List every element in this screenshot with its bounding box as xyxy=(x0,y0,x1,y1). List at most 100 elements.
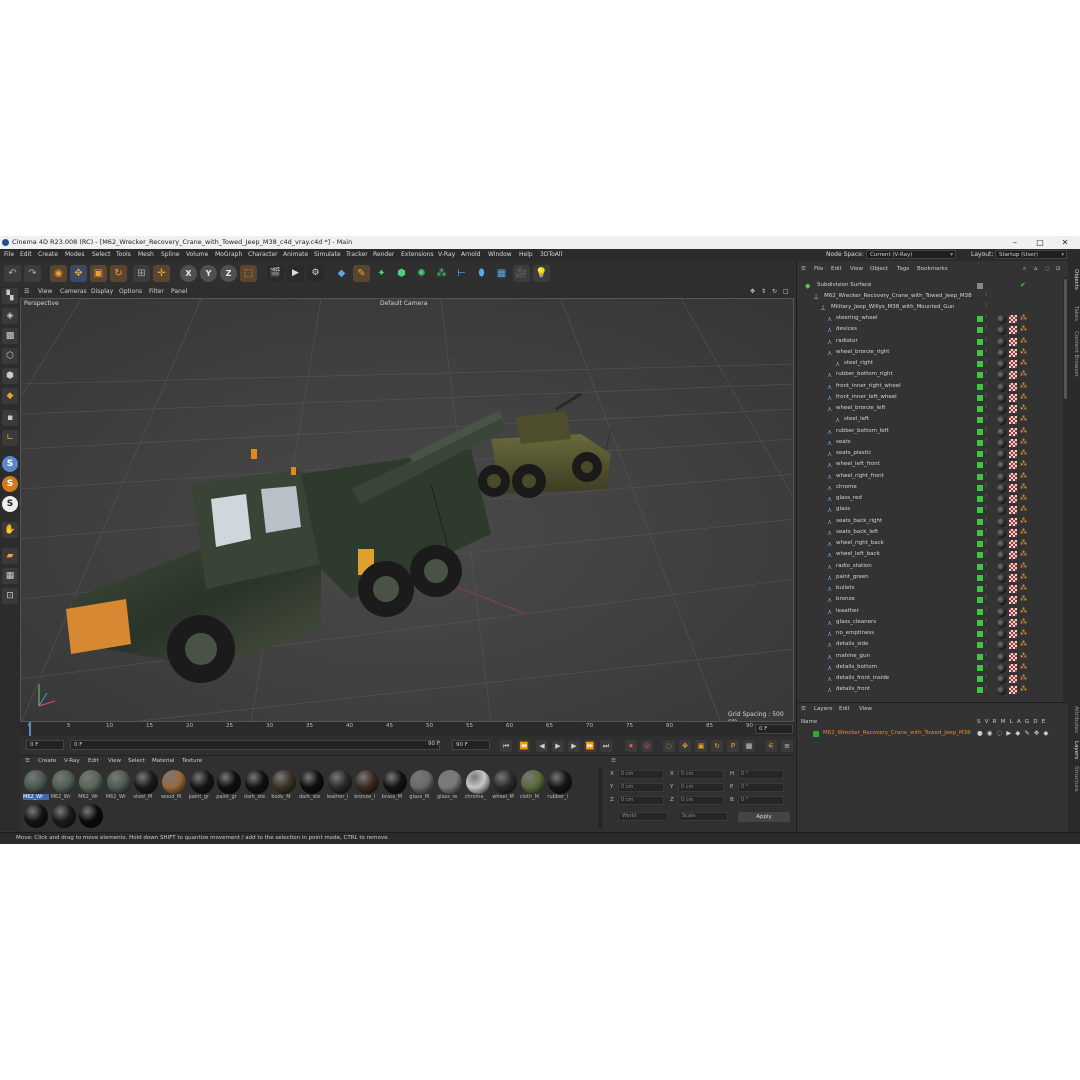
visibility-dots[interactable]: ⠇ xyxy=(985,641,989,649)
layer-color-swatch[interactable] xyxy=(977,586,983,592)
layer-color-swatch[interactable] xyxy=(813,731,819,737)
material-swatch[interactable]: M62_Wr xyxy=(78,770,104,800)
tab-attributes[interactable]: Attributes xyxy=(1069,706,1079,733)
phong-tag-icon[interactable]: ⁂ xyxy=(1020,370,1027,378)
material-menu-texture[interactable]: Texture xyxy=(182,758,202,764)
material-tag-icon[interactable] xyxy=(997,675,1006,684)
phong-tag-icon[interactable]: ⁂ xyxy=(1020,595,1027,603)
material-swatch[interactable]: steel_M xyxy=(133,770,159,800)
material-menu-view[interactable]: View xyxy=(108,758,121,764)
viewport-move-icon[interactable]: ✥ xyxy=(750,288,755,295)
layer-color-swatch[interactable] xyxy=(977,496,983,502)
layer-color-swatch[interactable] xyxy=(977,428,983,435)
tab-layers[interactable]: Layers xyxy=(1069,741,1079,759)
uvw-tag-icon[interactable] xyxy=(1009,596,1017,605)
uvw-tag-icon[interactable] xyxy=(1009,337,1017,346)
visibility-dots[interactable]: ⠇ xyxy=(985,495,989,503)
previous-key-icon[interactable]: ⏪ xyxy=(518,740,530,752)
material-swatch[interactable] xyxy=(78,804,104,834)
material-swatch[interactable] xyxy=(23,804,49,834)
visibility-dots[interactable]: ⠇ xyxy=(985,382,989,391)
key-rotation-icon[interactable]: ↻ xyxy=(711,740,723,752)
object-menu-view[interactable]: View xyxy=(850,266,863,272)
object-row[interactable]: ⋏ details_front_inside ⠇ ⁂ xyxy=(797,674,1061,685)
material-tag-icon[interactable] xyxy=(997,393,1006,403)
viewport-menu-options[interactable]: Options xyxy=(119,288,142,295)
viewport-name[interactable]: Perspective xyxy=(24,300,59,307)
uvw-tag-icon[interactable] xyxy=(1009,483,1017,492)
visibility-dots[interactable]: ⠇ xyxy=(985,551,989,559)
visibility-dots[interactable]: ⠇ xyxy=(985,573,989,582)
minimize-button[interactable]: – xyxy=(1003,236,1027,249)
uvw-tag-icon[interactable] xyxy=(1009,630,1017,638)
material-tag-icon[interactable] xyxy=(997,562,1006,572)
uvw-tag-icon[interactable] xyxy=(1009,427,1017,436)
menu-extensions[interactable]: Extensions xyxy=(401,251,434,258)
layer-color-swatch[interactable] xyxy=(977,619,983,626)
visibility-dots[interactable]: ⠇ xyxy=(985,326,989,334)
object-row[interactable]: ⋏ seats_plastic ⠇ ⁂ xyxy=(797,449,1061,460)
play-icon[interactable]: ▶ xyxy=(552,740,564,752)
object-menu-edit[interactable]: Edit xyxy=(831,266,842,272)
axis-mode-icon[interactable]: ∟ xyxy=(2,430,18,446)
layer-menu-view[interactable]: View xyxy=(859,706,872,712)
object-row[interactable]: ⋏ details_side ⠇ ⁂ xyxy=(797,640,1061,651)
phong-tag-icon[interactable]: ⁂ xyxy=(1020,674,1027,682)
grid-workplane-icon[interactable]: ▦ xyxy=(2,568,18,584)
phong-tag-icon[interactable]: ⁂ xyxy=(1020,348,1027,356)
uvw-tag-icon[interactable] xyxy=(1009,641,1017,650)
material-swatch[interactable]: M62_Wr xyxy=(106,770,132,800)
lock-workplane-icon[interactable]: ⊡ xyxy=(2,588,18,604)
uvw-tag-icon[interactable] xyxy=(1009,506,1017,515)
material-swatch[interactable]: paint_gr xyxy=(216,770,242,800)
phong-tag-icon[interactable]: ⁂ xyxy=(1020,359,1027,367)
object-new-window-icon[interactable]: ◌ xyxy=(1045,266,1050,272)
checker-texture-icon[interactable]: ▩ xyxy=(2,328,18,344)
material-swatch[interactable]: wheel_M xyxy=(492,770,518,800)
material-swatch[interactable]: leather_l xyxy=(327,770,353,800)
menu-help[interactable]: Help xyxy=(519,251,533,258)
coord-pos-y-field[interactable]: 0 cm xyxy=(618,783,664,792)
material-menu-create[interactable]: Create xyxy=(38,758,56,764)
layer-color-swatch[interactable] xyxy=(977,349,983,356)
uvw-tag-icon[interactable] xyxy=(1009,573,1017,582)
layer-color-swatch[interactable] xyxy=(977,676,983,682)
scale-tool-icon[interactable]: ▣ xyxy=(90,265,107,282)
visibility-dots[interactable]: ⠇ xyxy=(985,596,989,604)
make-editable-icon[interactable]: ◈ xyxy=(2,308,18,324)
object-row[interactable]: ⋏ glass_red ⠇ ⁂ xyxy=(797,494,1061,505)
menu-modes[interactable]: Modes xyxy=(65,251,84,258)
material-tag-icon[interactable] xyxy=(997,585,1006,594)
uvw-tag-icon[interactable] xyxy=(1009,607,1017,616)
object-row[interactable]: ⋏ radiator ⠇ ⁂ xyxy=(797,337,1061,348)
timeline-window-icon[interactable]: ⚟ xyxy=(765,740,777,752)
layer-color-swatch[interactable] xyxy=(977,518,983,525)
layer-menu-edit[interactable]: Edit xyxy=(839,706,850,712)
phong-tag-icon[interactable]: ⁂ xyxy=(1020,460,1027,468)
viewport-menu-panel[interactable]: Panel xyxy=(171,288,187,295)
material-tag-icon[interactable] xyxy=(997,337,1006,347)
phong-tag-icon[interactable]: ⁂ xyxy=(1020,607,1027,615)
phong-tag-icon[interactable]: ⁂ xyxy=(1020,629,1027,637)
record-keys-icon[interactable]: ⏺ xyxy=(625,740,637,752)
layer-color-swatch[interactable] xyxy=(977,552,983,559)
material-swatch[interactable]: body_M xyxy=(271,770,297,800)
material-scrollbar[interactable] xyxy=(598,768,602,828)
phong-tag-icon[interactable]: ⁂ xyxy=(1020,550,1027,558)
apply-button[interactable]: Apply xyxy=(738,812,790,822)
viewport-menu-display[interactable]: Display xyxy=(91,288,113,295)
phong-tag-icon[interactable]: ⁂ xyxy=(1020,314,1027,322)
material-tag-icon[interactable] xyxy=(997,438,1006,448)
object-row[interactable]: ⋏ wheel_right_back ⠇ ⁂ xyxy=(797,539,1061,550)
material-swatch[interactable]: M62_Wr xyxy=(23,770,49,800)
snap-workplane-icon[interactable]: S xyxy=(2,496,18,512)
uvw-tag-icon[interactable] xyxy=(1009,438,1017,447)
material-tag-icon[interactable] xyxy=(997,472,1006,482)
material-tag-icon[interactable] xyxy=(997,348,1006,358)
object-menu-tags[interactable]: Tags xyxy=(897,266,909,272)
visibility-dots[interactable]: ⠇ xyxy=(985,393,989,402)
material-tag-icon[interactable] xyxy=(997,517,1006,527)
uvw-tag-icon[interactable] xyxy=(1009,472,1017,481)
uvw-tag-icon[interactable] xyxy=(1009,495,1017,503)
menu-animate[interactable]: Animate xyxy=(283,251,308,258)
